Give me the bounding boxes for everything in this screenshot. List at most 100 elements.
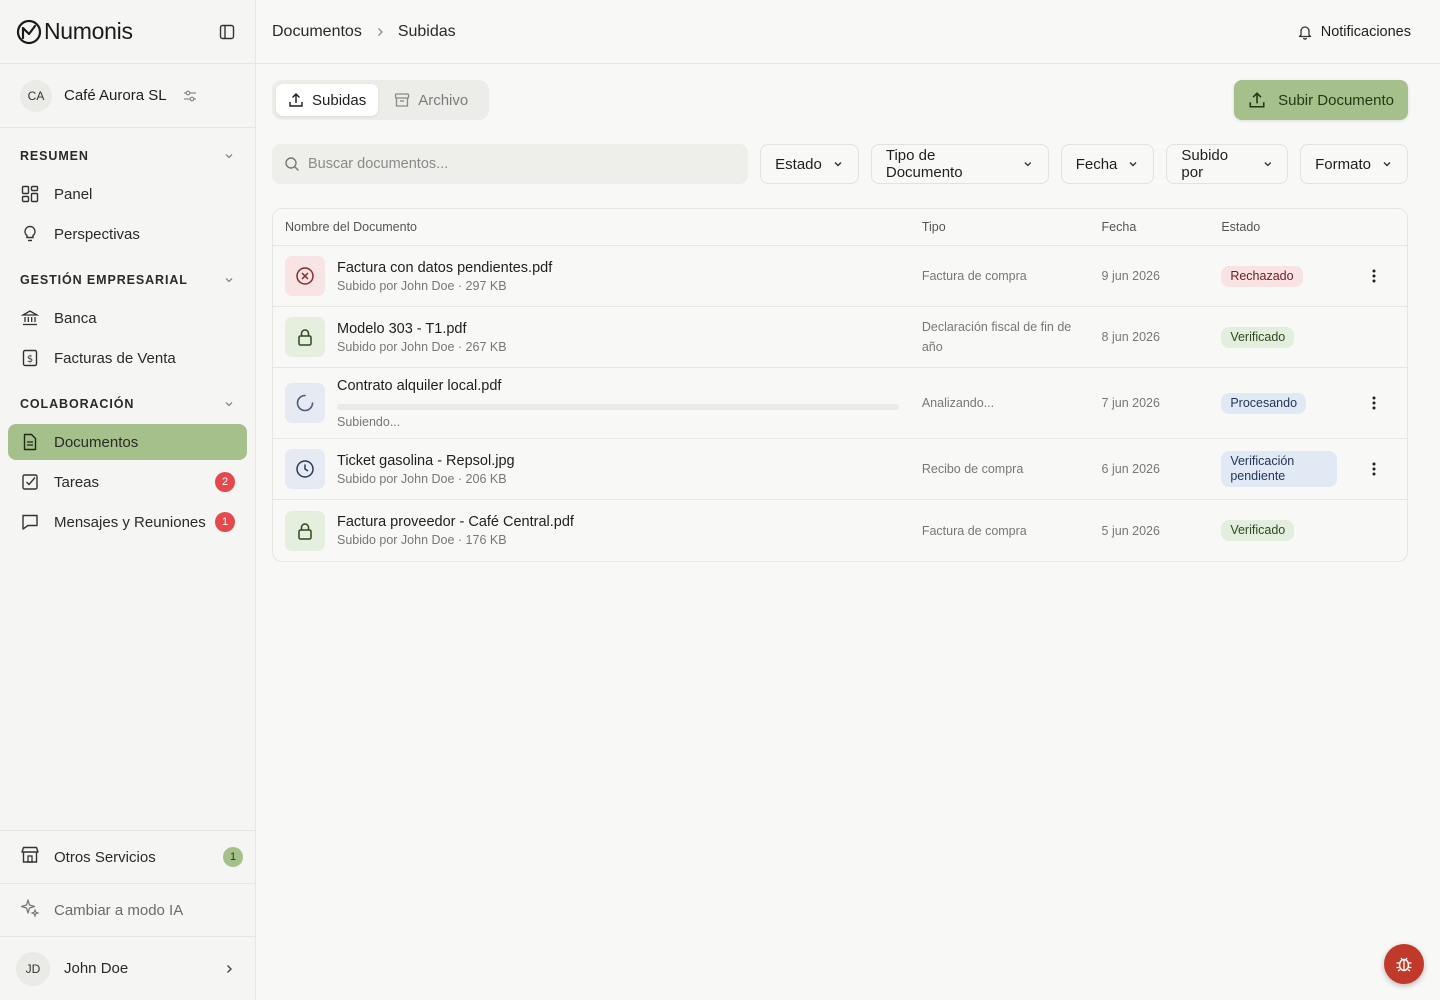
topbar: Documentos Subidas Notificaciones: [256, 0, 1440, 64]
lightbulb-icon: [20, 224, 40, 244]
sidebar-bottom: Otros Servicios 1 Cambiar a modo IA JD J…: [0, 830, 255, 1000]
panel-left-icon: [219, 24, 235, 39]
section-header-colaboracion[interactable]: COLABORACIÓN: [0, 394, 255, 414]
status-badge: Verificado: [1221, 326, 1295, 348]
messages-count-badge: 1: [215, 512, 235, 532]
user-avatar: JD: [16, 951, 50, 986]
sidebar-toggle-button[interactable]: [215, 20, 239, 44]
document-date: 9 jun 2026: [1101, 269, 1160, 283]
row-menu-button[interactable]: [1364, 459, 1384, 479]
document-name[interactable]: Contrato alquiler local.pdf: [337, 378, 899, 394]
col-header-status[interactable]: Estado: [1221, 220, 1341, 234]
company-avatar: CA: [20, 79, 52, 112]
sidebar-item-panel[interactable]: Panel: [8, 176, 247, 212]
bug-icon: [1396, 957, 1412, 972]
document-type: Analizando...: [921, 396, 995, 410]
section-header-resumen[interactable]: RESUMEN: [0, 146, 255, 166]
brand-logo[interactable]: Numonis: [16, 18, 133, 45]
table-row[interactable]: Factura proveedor - Café Central.pdf Sub…: [273, 500, 1407, 561]
tab-subidas[interactable]: Subidas: [276, 84, 379, 116]
status-badge: Verificado: [1221, 520, 1295, 541]
filter-subido-por[interactable]: Subido por: [1166, 144, 1289, 184]
switch-ai-mode-button[interactable]: Cambiar a modo IA: [0, 883, 255, 936]
services-count-badge: 1: [223, 847, 243, 867]
document-type: Factura de compra: [921, 523, 1027, 538]
store-icon: [20, 845, 40, 869]
notifications-button[interactable]: Notificaciones: [1297, 24, 1411, 40]
company-name: Café Aurora SL: [64, 87, 167, 104]
chevron-right-icon: [227, 964, 232, 973]
document-type: Factura de compra: [921, 269, 1027, 283]
table-row[interactable]: Modelo 303 - T1.pdf Subido por John Doe …: [273, 307, 1407, 368]
document-name[interactable]: Modelo 303 - T1.pdf: [337, 321, 507, 337]
status-badge: Rechazado: [1221, 265, 1303, 287]
bell-icon: [1298, 25, 1311, 40]
brand-bar: Numonis: [0, 0, 255, 64]
filter-label: Tipo de Documento: [885, 147, 963, 181]
sidebar-item-tareas[interactable]: Tareas 2: [8, 464, 247, 500]
table-row[interactable]: Contrato alquiler local.pdf Subiendo... …: [273, 368, 1407, 439]
status-badge: Verificación pendiente: [1221, 451, 1338, 487]
company-switcher[interactable]: CA Café Aurora SL: [0, 64, 255, 128]
table-row[interactable]: Factura con datos pendientes.pdf Subido …: [273, 246, 1407, 307]
row-menu-button[interactable]: [1364, 266, 1384, 286]
tab-archivo[interactable]: Archivo: [382, 84, 480, 116]
sidebar-item-documentos[interactable]: Documentos: [8, 424, 247, 460]
col-header-type[interactable]: Tipo: [922, 220, 1102, 234]
report-bug-button[interactable]: [1384, 944, 1424, 984]
filter-estado[interactable]: Estado: [760, 144, 859, 184]
filter-formato[interactable]: Formato: [1300, 144, 1408, 184]
section-header-gestion[interactable]: GESTIÓN EMPRESARIAL: [0, 270, 255, 290]
document-date: 8 jun 2026: [1101, 330, 1160, 344]
spinner-icon: [285, 383, 325, 423]
document-meta: Subido por John Doe · 267 KB: [337, 339, 507, 354]
chevron-down-icon: [1263, 162, 1271, 167]
document-icon: [20, 432, 40, 452]
sidebar-item-otros-servicios[interactable]: Otros Servicios 1: [0, 830, 255, 883]
upload-document-button[interactable]: Subir Documento: [1234, 80, 1408, 120]
sparkles-icon: [20, 898, 40, 922]
sidebar-item-perspectivas[interactable]: Perspectivas: [8, 216, 247, 252]
document-meta: Subido por John Doe · 176 KB: [337, 533, 507, 547]
document-date: 5 jun 2026: [1101, 523, 1160, 538]
document-name[interactable]: Factura con datos pendientes.pdf: [337, 260, 552, 276]
document-name[interactable]: Ticket gasolina - Repsol.jpg: [337, 453, 515, 469]
checkbox-icon: [20, 472, 40, 492]
sidebar-item-facturas-venta[interactable]: $ Facturas de Venta: [8, 340, 247, 376]
document-date: 6 jun 2026: [1101, 462, 1160, 476]
reject-icon: [285, 256, 325, 296]
table-row[interactable]: Ticket gasolina - Repsol.jpg Subido por …: [273, 439, 1407, 500]
message-icon: [20, 512, 40, 532]
document-name[interactable]: Factura proveedor - Café Central.pdf: [337, 514, 574, 530]
chevron-down-icon: [834, 162, 842, 167]
upload-button-label: Subir Documento: [1278, 91, 1394, 109]
lock-icon: [285, 317, 325, 357]
clock-icon: [285, 449, 325, 489]
chevron-down-icon: [225, 278, 233, 283]
ai-mode-label: Cambiar a modo IA: [54, 901, 184, 919]
breadcrumb-documentos[interactable]: Documentos: [272, 23, 362, 41]
otros-servicios-label: Otros Servicios: [54, 848, 156, 866]
search-input[interactable]: [308, 156, 728, 172]
status-badge: Procesando: [1221, 392, 1307, 414]
col-header-name[interactable]: Nombre del Documento: [273, 220, 922, 234]
filter-fecha[interactable]: Fecha: [1060, 144, 1155, 184]
filter-label: Formato: [1315, 155, 1371, 173]
sidebar-item-label: Banca: [54, 309, 97, 327]
chevron-down-icon: [1129, 162, 1137, 167]
filter-tipo-documento[interactable]: Tipo de Documento: [870, 144, 1049, 184]
chevron-down-icon: [225, 402, 233, 407]
sidebar-item-banca[interactable]: Banca: [8, 300, 247, 336]
settings-sliders-icon[interactable]: [183, 89, 197, 103]
more-vertical-icon: [1372, 462, 1376, 476]
document-meta: Subido por John Doe · 206 KB: [337, 471, 507, 486]
sidebar-item-label: Tareas: [54, 473, 100, 491]
main-content: Subidas Archivo Subir Documento Estado T…: [272, 80, 1408, 562]
document-type: Recibo de compra: [921, 462, 1024, 476]
upload-icon: [289, 93, 303, 107]
user-menu[interactable]: JD John Doe: [0, 936, 255, 1000]
sidebar-item-mensajes[interactable]: Mensajes y Reuniones 1: [8, 504, 247, 540]
row-menu-button[interactable]: [1364, 393, 1384, 413]
document-meta: Subido por John Doe · 297 KB: [337, 278, 507, 293]
col-header-date[interactable]: Fecha: [1102, 220, 1222, 234]
